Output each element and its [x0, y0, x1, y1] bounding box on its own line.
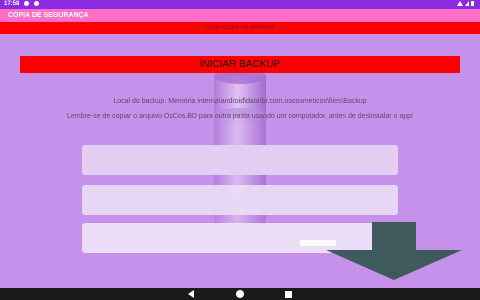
app-bar-title: CÓPIA DE SEGURANÇA: [0, 9, 480, 22]
backup-location-text: Local do backup: Memória interna\android…: [113, 98, 367, 105]
start-backup-button[interactable]: INICIAR BACKUP: [20, 56, 460, 73]
wifi-battery-icon: [457, 1, 474, 6]
backup-reminder-text: Lembre-se de copiar o arquivo OsCos.BD p…: [67, 113, 413, 120]
phone-copy-tab[interactable]: Criar cópia no telefone: [0, 22, 480, 34]
notification-icon: [33, 0, 39, 6]
back-triangle-icon[interactable]: [188, 290, 194, 298]
navigation-bar: [0, 288, 480, 300]
recents-square-icon[interactable]: [285, 290, 292, 298]
home-circle-icon[interactable]: [236, 290, 244, 298]
status-bar: 17:58: [0, 0, 480, 9]
status-time: 17:58: [4, 1, 20, 7]
database-download-icon: [82, 68, 462, 280]
notification-icon: [24, 0, 30, 6]
